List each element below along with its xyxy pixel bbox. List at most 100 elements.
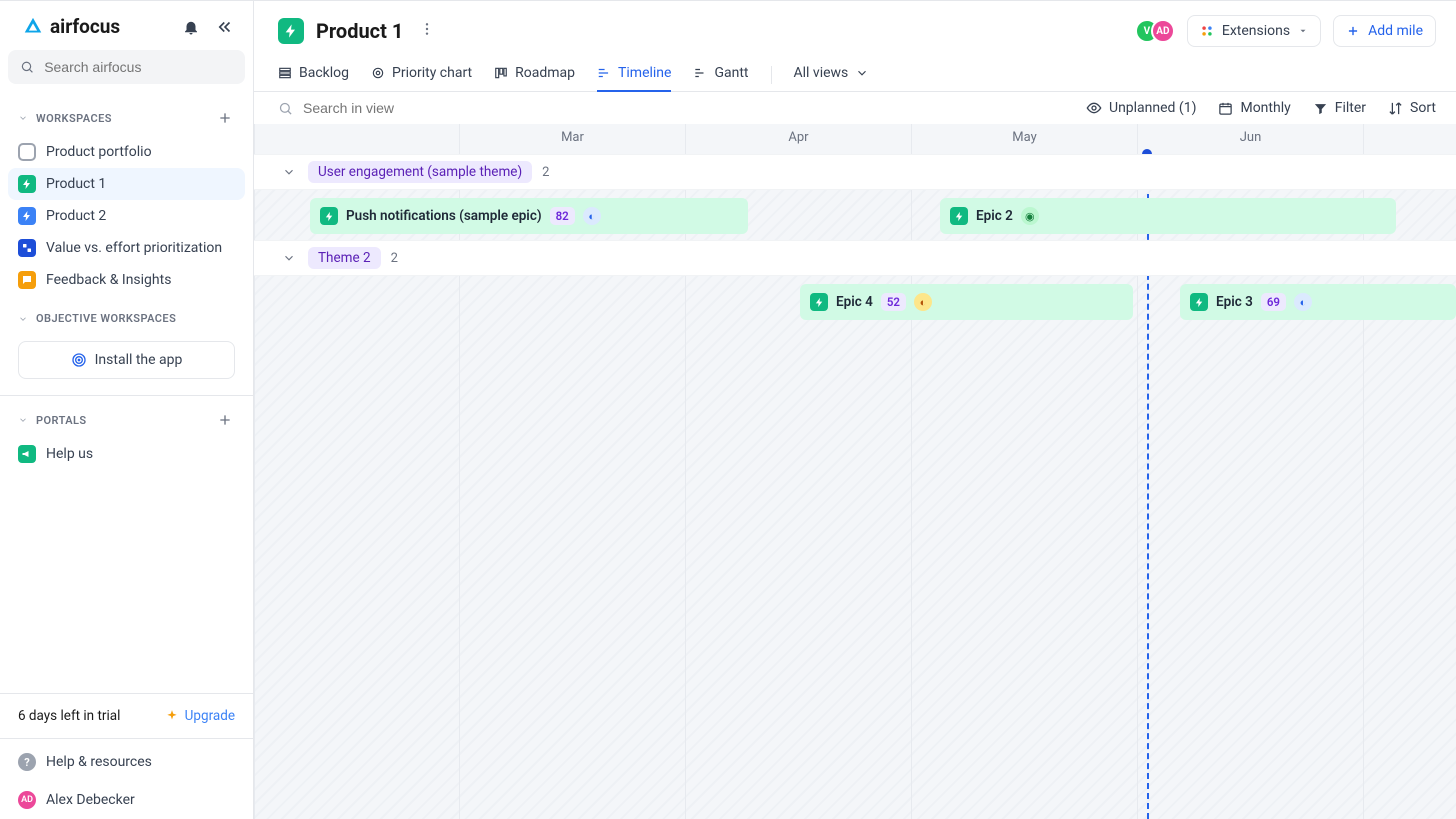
eye-icon xyxy=(1086,100,1102,116)
square-icon xyxy=(18,143,36,161)
page-menu-button[interactable] xyxy=(415,17,439,45)
sidebar-search[interactable] xyxy=(8,50,245,84)
theme-label: Theme 2 xyxy=(308,247,381,269)
logo[interactable]: airfocus xyxy=(22,15,120,38)
status-icon: ◐ xyxy=(914,293,932,311)
sidebar-item-feedback[interactable]: Feedback & Insights xyxy=(8,264,245,296)
score-badge: 52 xyxy=(881,293,906,311)
gantt-icon xyxy=(693,66,707,80)
add-workspace-button[interactable] xyxy=(215,108,235,128)
sidebar-item-value-effort[interactable]: Value vs. effort prioritization xyxy=(8,232,245,264)
extensions-button[interactable]: Extensions xyxy=(1187,15,1321,47)
collapse-sidebar-icon[interactable] xyxy=(215,17,235,37)
columns-icon xyxy=(494,66,508,80)
add-portal-button[interactable] xyxy=(215,410,235,430)
portals-header: PORTALS xyxy=(0,396,253,436)
expand-toggle[interactable] xyxy=(280,249,298,267)
calendar-icon xyxy=(1218,101,1233,116)
view-tabs: Backlog Priority chart Roadmap Timeline … xyxy=(254,51,1456,92)
logo-text: airfocus xyxy=(50,15,120,38)
epic-card[interactable]: Push notifications (sample epic) 82 ◐ xyxy=(310,198,748,234)
monthly-button[interactable]: Monthly xyxy=(1218,100,1290,116)
month-col: Mar xyxy=(459,124,685,154)
tab-roadmap[interactable]: Roadmap xyxy=(494,59,575,91)
sidebar-item-product-portfolio[interactable]: Product portfolio xyxy=(8,136,245,168)
month-col: Apr xyxy=(685,124,911,154)
list-icon xyxy=(278,66,292,80)
matrix-icon xyxy=(18,239,36,257)
target-icon xyxy=(371,66,385,80)
workspace-icon xyxy=(278,18,304,44)
timeline-icon xyxy=(597,66,611,80)
chevron-down-icon[interactable] xyxy=(18,415,28,425)
main: Product 1 V AD Extensions Add mile xyxy=(254,1,1456,819)
status-icon: ◐ xyxy=(583,207,601,225)
workspaces-list: Product portfolio Product 1 Product 2 Va… xyxy=(0,134,253,298)
logo-icon xyxy=(22,16,44,38)
sidebar-search-input[interactable] xyxy=(44,59,233,75)
portals-list: Help us xyxy=(0,436,253,472)
chevron-down-icon xyxy=(855,66,869,80)
bolt-icon xyxy=(810,293,828,311)
status-icon: ◉ xyxy=(1021,207,1039,225)
bolt-icon xyxy=(950,207,968,225)
score-badge: 69 xyxy=(1261,293,1286,311)
sort-button[interactable]: Sort xyxy=(1388,100,1436,116)
epic-card[interactable]: Epic 2 ◉ xyxy=(940,198,1396,234)
tab-gantt[interactable]: Gantt xyxy=(693,59,748,91)
month-col xyxy=(254,124,459,154)
objective-workspaces-header: OBJECTIVE WORKSPACES xyxy=(0,298,253,331)
chevron-down-icon[interactable] xyxy=(18,113,28,123)
bolt-icon xyxy=(320,207,338,225)
epic-card[interactable]: Epic 3 69 ◐ xyxy=(1180,284,1456,320)
add-milestone-button[interactable]: Add mile xyxy=(1333,15,1436,47)
filter-icon xyxy=(1313,101,1328,116)
chevron-down-icon[interactable] xyxy=(18,314,28,324)
sidebar: airfocus WORKSPACES xyxy=(0,1,254,819)
notifications-icon[interactable] xyxy=(181,17,201,37)
user-menu[interactable]: AD Alex Debecker xyxy=(0,781,253,819)
tab-timeline[interactable]: Timeline xyxy=(597,59,671,91)
bolt-icon xyxy=(1190,293,1208,311)
plus-icon xyxy=(1346,24,1360,38)
tab-backlog[interactable]: Backlog xyxy=(278,59,349,91)
tab-all-views[interactable]: All views xyxy=(794,59,870,91)
sidebar-item-product-1[interactable]: Product 1 xyxy=(8,168,245,200)
workspaces-header: WORKSPACES xyxy=(0,94,253,134)
status-icon: ◐ xyxy=(1294,293,1312,311)
score-badge: 82 xyxy=(550,207,575,225)
sort-icon xyxy=(1388,101,1403,116)
page-title: Product 1 xyxy=(316,19,403,43)
sidebar-item-product-2[interactable]: Product 2 xyxy=(8,200,245,232)
chat-icon xyxy=(18,271,36,289)
theme-row[interactable]: Theme 2 2 xyxy=(254,240,1456,276)
filter-button[interactable]: Filter xyxy=(1313,100,1366,116)
upgrade-link[interactable]: Upgrade xyxy=(165,708,235,724)
presence-avatars[interactable]: V AD xyxy=(1135,19,1175,43)
theme-count: 2 xyxy=(542,165,549,180)
view-search-input[interactable] xyxy=(303,100,543,116)
user-avatar: AD xyxy=(18,791,36,809)
expand-toggle[interactable] xyxy=(280,163,298,181)
sparkle-icon xyxy=(165,709,179,723)
bolt-icon xyxy=(18,175,36,193)
epic-card[interactable]: Epic 4 52 ◐ xyxy=(800,284,1133,320)
search-icon xyxy=(278,101,293,116)
month-col: May xyxy=(911,124,1137,154)
extensions-icon xyxy=(1200,24,1214,38)
tab-priority-chart[interactable]: Priority chart xyxy=(371,59,472,91)
install-app-button[interactable]: Install the app xyxy=(18,341,235,379)
help-resources-link[interactable]: ? Help & resources xyxy=(0,738,253,781)
bolt-icon xyxy=(18,207,36,225)
megaphone-icon xyxy=(18,445,36,463)
month-header: Mar Apr May Jun Jul xyxy=(254,124,1456,154)
timeline-view[interactable]: Mar Apr May Jun Jul Sample milest xyxy=(254,124,1456,819)
month-col: Jun xyxy=(1137,124,1363,154)
search-icon xyxy=(20,59,34,75)
target-icon xyxy=(71,352,87,368)
theme-row[interactable]: User engagement (sample theme) 2 xyxy=(254,154,1456,190)
unplanned-button[interactable]: Unplanned (1) xyxy=(1086,100,1196,116)
theme-count: 2 xyxy=(391,251,398,266)
chevron-down-icon xyxy=(1298,26,1308,36)
sidebar-item-help-us[interactable]: Help us xyxy=(8,438,245,470)
